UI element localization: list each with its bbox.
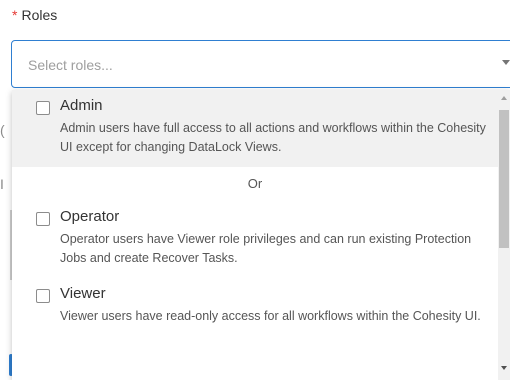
options-separator: Or <box>247 176 263 191</box>
dropdown-scrollbar[interactable] <box>498 90 510 380</box>
option-title: Admin <box>60 97 103 114</box>
scroll-up-arrow-icon[interactable] <box>501 96 507 100</box>
roles-select[interactable]: Select roles... <box>11 40 510 88</box>
option-description: Operator users have Viewer role privileg… <box>60 232 472 265</box>
option-admin[interactable]: Admin Admin users have full access to al… <box>12 90 498 167</box>
option-title: Viewer <box>60 285 106 302</box>
checkbox-unchecked-icon[interactable] <box>36 101 50 115</box>
roles-select-placeholder: Select roles... <box>28 57 113 73</box>
roles-options-list: Admin Admin users have full access to al… <box>12 90 498 380</box>
checkbox-unchecked-icon[interactable] <box>36 289 50 303</box>
option-operator[interactable]: Operator Operator users have Viewer role… <box>12 201 498 278</box>
roles-dropdown-panel: Admin Admin users have full access to al… <box>12 90 510 380</box>
option-title: Operator <box>60 208 120 225</box>
roles-label-text: Roles <box>21 7 58 23</box>
option-viewer[interactable]: Viewer Viewer users have read-only acces… <box>12 278 498 336</box>
roles-form: * Roles Select roles... ( I Admin Admin u… <box>0 0 510 380</box>
required-marker: * <box>12 7 18 23</box>
scrollbar-thumb[interactable] <box>499 110 509 248</box>
checkbox-unchecked-icon[interactable] <box>36 212 50 226</box>
option-description: Admin users have full access to all acti… <box>60 121 486 154</box>
roles-label: * Roles <box>12 7 57 23</box>
option-description: Viewer users have read-only access for a… <box>60 309 481 323</box>
caret-down-icon[interactable] <box>502 60 510 65</box>
background-field-fragment: I <box>0 176 4 192</box>
background-field-fragment: ( <box>0 122 5 138</box>
scroll-down-arrow-icon[interactable] <box>501 366 507 370</box>
